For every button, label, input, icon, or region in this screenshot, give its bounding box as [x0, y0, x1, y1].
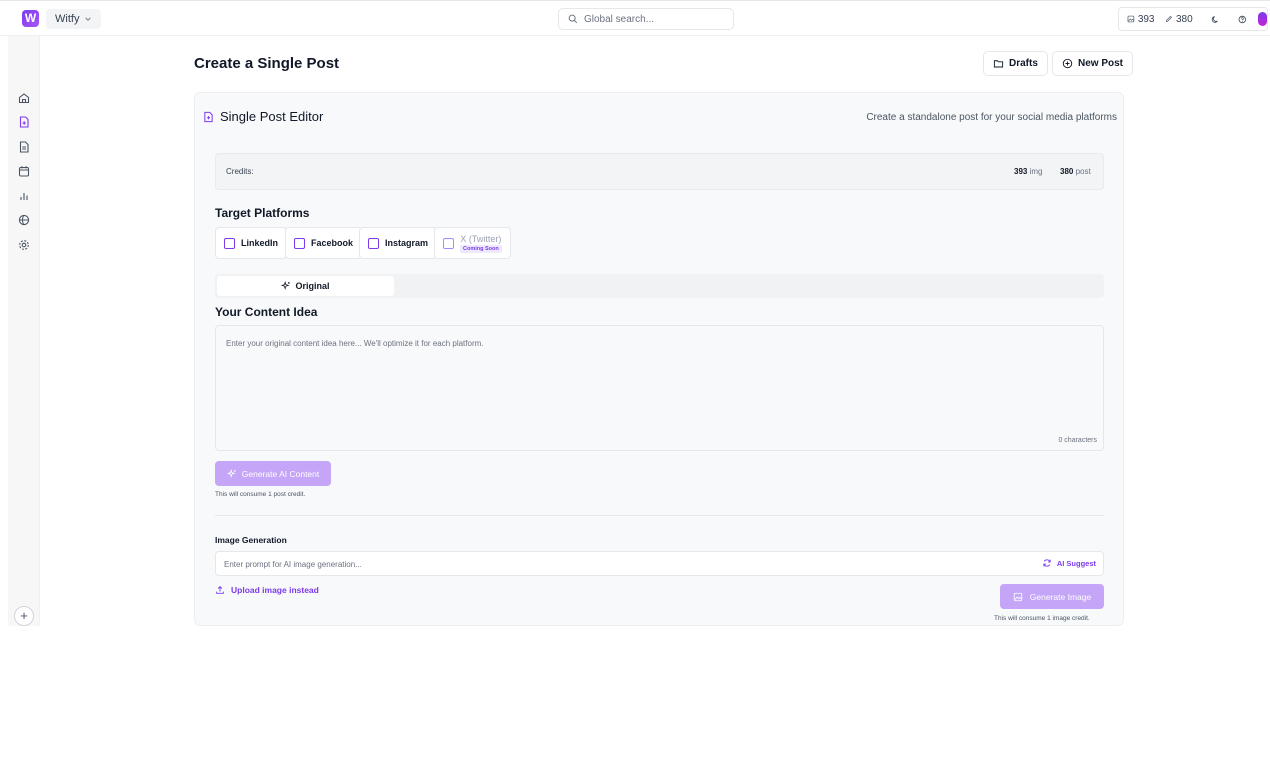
- add-button[interactable]: +: [14, 606, 34, 626]
- generate-ai-content-button[interactable]: Generate AI Content: [215, 461, 331, 486]
- upload-icon: [216, 586, 224, 594]
- editor-subtitle: Create a standalone post for your social…: [866, 112, 1117, 123]
- drafts-button[interactable]: Drafts: [983, 51, 1048, 76]
- credits-bar: Credits: 393 img 380 post: [215, 153, 1104, 190]
- platform-label: LinkedIn: [241, 238, 279, 248]
- checkbox[interactable]: [368, 237, 379, 249]
- workspace-switcher[interactable]: Witfy: [46, 9, 102, 29]
- new-post-icon: [204, 111, 213, 122]
- editor-title: Single Post Editor: [203, 109, 323, 124]
- character-count: 0 characters: [1058, 437, 1097, 444]
- platform-x-twitter: X (Twitter) Coming Soon: [434, 227, 511, 259]
- upload-label: Upload image instead: [231, 585, 319, 595]
- generate-image-button[interactable]: Generate Image: [1000, 584, 1104, 609]
- sparkle-icon: [226, 468, 236, 478]
- content-idea-heading: Your Content Idea: [215, 305, 318, 319]
- content-tabs: Original: [215, 274, 1104, 298]
- folder-icon: [993, 60, 1004, 68]
- top-right-controls: 393 380: [1118, 7, 1268, 31]
- app-logo[interactable]: W: [22, 10, 39, 27]
- page-title: Create a Single Post: [194, 55, 340, 72]
- post-credit-count: 380: [1176, 13, 1193, 25]
- content-placeholder: Enter your original content idea here...…: [226, 339, 484, 348]
- theme-toggle-icon[interactable]: [1211, 14, 1220, 25]
- post-credit-hint: This will consume 1 post credit.: [215, 491, 306, 498]
- upload-image-link[interactable]: Upload image instead: [215, 585, 319, 595]
- new-post-icon[interactable]: [17, 115, 31, 129]
- document-icon[interactable]: [17, 140, 31, 154]
- pencil-icon: [1166, 15, 1173, 23]
- search-placeholder: Global search...: [584, 13, 655, 25]
- refresh-icon: [1043, 559, 1051, 567]
- platform-linkedin[interactable]: LinkedIn: [215, 227, 288, 259]
- image-icon: [1013, 592, 1022, 601]
- checkbox[interactable]: [224, 237, 235, 249]
- avatar[interactable]: [1257, 12, 1267, 26]
- tab-label: Original: [295, 281, 330, 291]
- image-credit-icon: [1127, 15, 1135, 23]
- credits-label: Credits:: [226, 167, 254, 176]
- tab-original[interactable]: Original: [217, 276, 394, 296]
- platform-label: Facebook: [311, 238, 354, 248]
- coming-soon-badge: Coming Soon: [460, 244, 502, 253]
- platform-facebook[interactable]: Facebook: [285, 227, 363, 259]
- checkbox: [443, 237, 454, 249]
- generate-image-label: Generate Image: [1029, 591, 1092, 602]
- new-post-button[interactable]: New Post: [1052, 51, 1134, 76]
- workspace-name: Witfy: [55, 13, 80, 25]
- calendar-icon[interactable]: [17, 164, 31, 178]
- ai-suggest-label: AI Suggest: [1056, 558, 1096, 568]
- image-prompt-input[interactable]: Enter prompt for AI image generation... …: [215, 551, 1104, 576]
- new-post-label: New Post: [1078, 58, 1124, 69]
- post-credits-badge: 380 post: [1060, 167, 1091, 176]
- image-prompt-placeholder: Enter prompt for AI image generation...: [224, 560, 362, 569]
- plus-circle-icon: [1062, 58, 1073, 69]
- target-platforms-heading: Target Platforms: [215, 206, 310, 220]
- ai-suggest-button[interactable]: AI Suggest: [1042, 558, 1096, 568]
- analytics-icon[interactable]: [17, 189, 31, 203]
- top-bar: W Witfy Global search... 393 380: [0, 0, 1270, 36]
- image-generation-heading: Image Generation: [215, 535, 287, 545]
- home-icon[interactable]: [17, 91, 31, 105]
- checkbox[interactable]: [294, 237, 305, 249]
- sidebar: +: [8, 36, 40, 626]
- platform-instagram[interactable]: Instagram: [359, 227, 438, 259]
- global-search-input[interactable]: Global search...: [558, 8, 734, 30]
- help-icon[interactable]: [1238, 14, 1247, 25]
- drafts-label: Drafts: [1009, 58, 1038, 69]
- generate-label: Generate AI Content: [241, 468, 320, 479]
- platform-label: X (Twitter): [460, 233, 502, 244]
- sparkle-icon: [281, 281, 291, 290]
- image-credit-hint: This will consume 1 image credit.: [994, 615, 1090, 622]
- image-credits-badge: 393 img: [1014, 167, 1043, 176]
- editor-title-text: Single Post Editor: [220, 109, 324, 124]
- settings-icon[interactable]: [17, 238, 31, 252]
- content-idea-textarea[interactable]: Enter your original content idea here...…: [215, 325, 1104, 451]
- chevron-down-icon: [85, 17, 92, 21]
- platform-label: Instagram: [385, 238, 429, 248]
- search-icon: [568, 14, 578, 24]
- image-credit-count: 393: [1137, 13, 1155, 25]
- single-post-editor-card: Single Post Editor Create a standalone p…: [194, 92, 1124, 626]
- divider: [215, 515, 1104, 516]
- globe-icon[interactable]: [17, 213, 31, 227]
